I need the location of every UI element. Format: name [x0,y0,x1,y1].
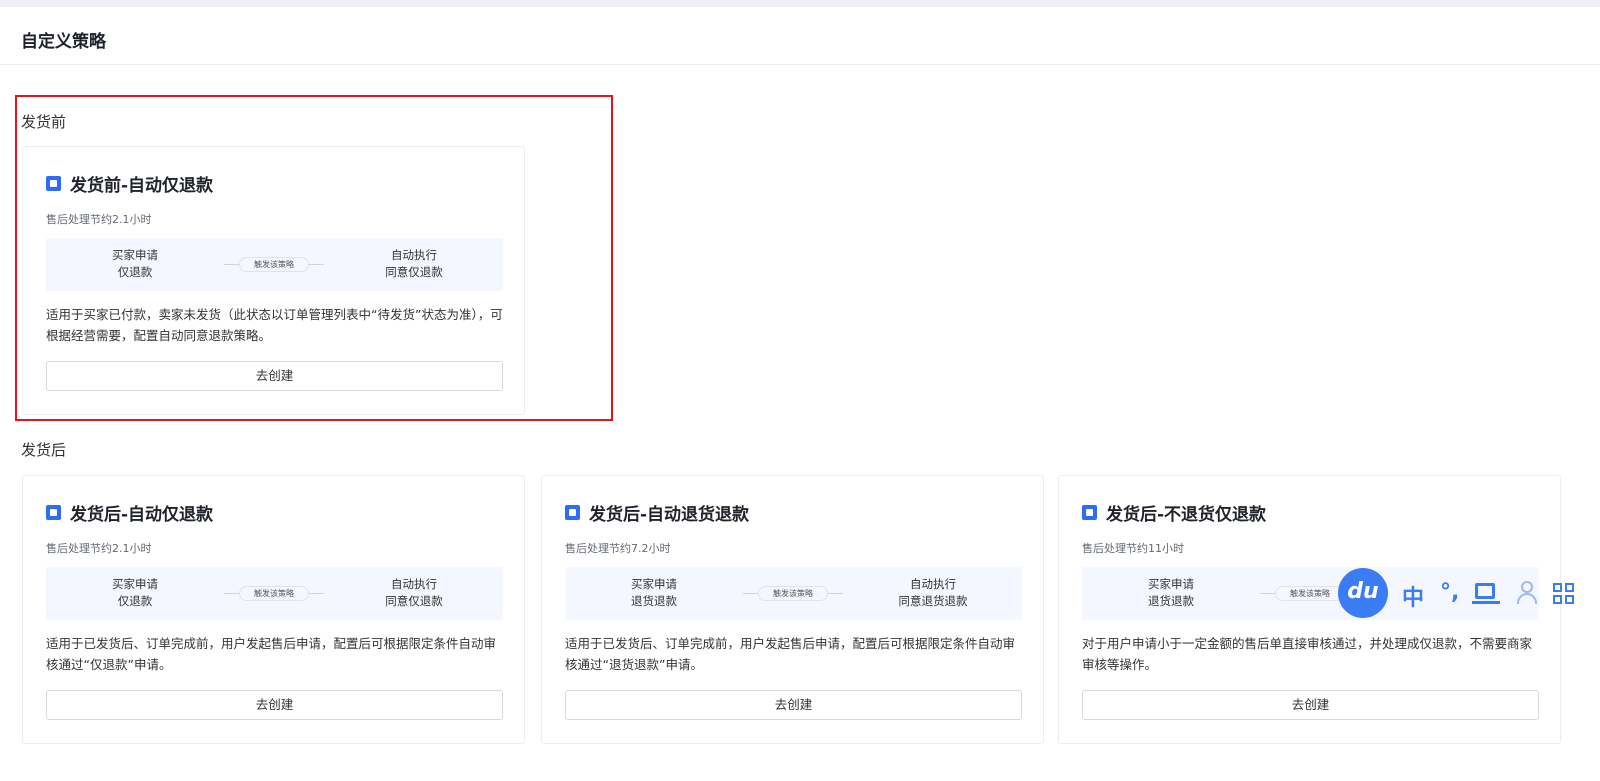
flow-trigger-line1: 买家申请 [112,577,158,591]
card-savings: 售后处理节约7.2小时 [565,542,671,555]
flow-action: 自动执行 同意仅退款 [325,247,503,281]
create-button[interactable]: 去创建 [1082,690,1539,720]
ime-logo-icon[interactable]: du [1338,568,1388,618]
flow-trigger-line2: 退货退款 [631,594,677,608]
card-title: 发货后-自动退货退款 [589,505,750,525]
flow-trigger-line2: 仅退款 [117,594,153,608]
section-title-before-shipping: 发货前 [21,113,67,131]
grid-icon[interactable] [1553,583,1575,605]
flow-trigger: 买家申请 仅退款 [46,576,224,610]
flow-trigger: 买家申请 退货退款 [565,576,743,610]
flow-action-line2: 同意退货退款 [898,594,968,608]
top-strip [0,0,1600,7]
page-header: 自定义策略 [0,7,1600,65]
card-title: 发货后-不退货仅退款 [1106,505,1267,525]
card-header: 发货后-不退货仅退款 [1082,500,1266,525]
flow-diagram: 买家申请 仅退款 触发该策略 自动执行 同意仅退款 [46,238,503,291]
card-header: 发货前-自动仅退款 [46,171,213,196]
card-header: 发货后-自动仅退款 [46,500,213,525]
flow-action-line1: 自动执行 [910,577,956,591]
section-title-after-shipping: 发货后 [21,441,67,459]
card-description: 适用于买家已付款，卖家未发货（此状态以订单管理列表中“待发货”状态为准），可根据… [46,307,503,343]
ime-punctuation-toggle[interactable]: °, [1440,580,1459,605]
card-savings: 售后处理节约2.1小时 [46,542,152,555]
flow-trigger-line2: 仅退款 [117,265,153,279]
flow-trigger-line1: 买家申请 [631,577,677,591]
flow-trigger-line2: 退货退款 [1148,594,1194,608]
flow-trigger: 买家申请 退货退款 [1082,576,1260,610]
flow-diagram: 买家申请 退货退款 触发该策略 自动执行 同意退货退款 [565,567,1022,620]
flow-trigger-pill: 触发该策略 [239,257,309,272]
flow-trigger: 买家申请 仅退款 [46,247,224,281]
ime-language-toggle[interactable]: 中 [1402,580,1424,612]
strategy-icon [1082,505,1097,520]
flow-action-line1: 自动执行 [391,577,437,591]
strategy-icon [46,176,61,191]
strategy-icon [46,505,61,520]
flow-diagram: 买家申请 仅退款 触发该策略 自动执行 同意仅退款 [46,567,503,620]
create-button[interactable]: 去创建 [565,690,1022,720]
page-title: 自定义策略 [21,32,106,52]
card-description: 对于用户申请小于一定金额的售后单直接审核通过，并处理成仅退款，不需要商家审核等操… [1082,636,1533,672]
card-savings: 售后处理节约2.1小时 [46,213,152,226]
create-button[interactable]: 去创建 [46,361,503,391]
card-description: 适用于已发货后、订单完成前，用户发起售后申请，配置后可根据限定条件自动审核通过“… [565,636,1016,672]
create-button[interactable]: 去创建 [46,690,503,720]
card-title: 发货前-自动仅退款 [70,176,214,196]
flow-action: 自动执行 同意仅退款 [325,576,503,610]
card-title: 发货后-自动仅退款 [70,505,214,525]
strategy-card: 发货前-自动仅退款 售后处理节约2.1小时 买家申请 仅退款 触发该策略 自动执… [22,146,525,415]
user-icon[interactable] [1516,581,1538,605]
strategy-card: 发货后-自动退货退款 售后处理节约7.2小时 买家申请 退货退款 触发该策略 自… [541,475,1044,744]
card-description: 适用于已发货后、订单完成前，用户发起售后申请，配置后可根据限定条件自动审核通过“… [46,636,497,672]
flow-action: 自动执行 同意退货退款 [844,576,1022,610]
flow-trigger-line1: 买家申请 [1148,577,1194,591]
flow-trigger-pill: 触发该策略 [1275,586,1345,601]
flow-trigger-pill: 触发该策略 [758,586,828,601]
keyboard-icon[interactable] [1472,583,1500,604]
strategy-card: 发货后-自动仅退款 售后处理节约2.1小时 买家申请 仅退款 触发该策略 自动执… [22,475,525,744]
flow-trigger-line1: 买家申请 [112,248,158,262]
flow-action-line2: 同意仅退款 [385,265,443,279]
card-header: 发货后-自动退货退款 [565,500,749,525]
strategy-icon [565,505,580,520]
flow-action-line2: 同意仅退款 [385,594,443,608]
flow-trigger-pill: 触发该策略 [239,586,309,601]
card-savings: 售后处理节约11小时 [1082,542,1184,555]
ime-toolbar: du 中 °, [1338,568,1600,618]
flow-action-line1: 自动执行 [391,248,437,262]
